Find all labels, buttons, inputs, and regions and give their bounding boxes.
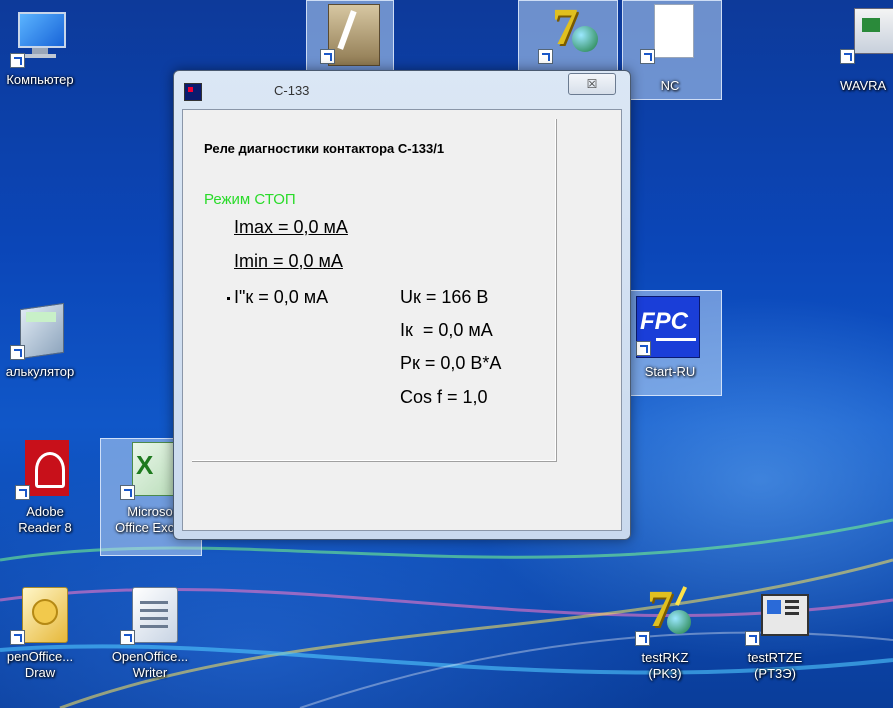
desktop-icon-label: testRTZE (PT3Э) xyxy=(747,650,803,681)
computer-icon xyxy=(10,8,70,68)
desktop-icon-openoffice-draw[interactable]: penOffice... Draw xyxy=(0,585,90,695)
bullet-marker xyxy=(227,297,230,300)
desktop-icon-testrtze[interactable]: testRTZE (PT3Э) xyxy=(725,586,825,696)
window-client-area: Реле диагностики контактора С-133/1 Режи… xyxy=(182,109,622,531)
imin-value: Imin = 0,0 мА xyxy=(234,251,343,271)
desktop-icon-start-ru[interactable]: FPC Start-RU xyxy=(620,296,720,390)
calculator-icon xyxy=(10,300,70,360)
cos-f-value: Cos f = 1,0 xyxy=(400,387,488,407)
desktop-icon-adobe-reader[interactable]: Adobe Reader 8 xyxy=(0,440,95,550)
desktop-icon-label: Start-RU xyxy=(644,364,696,379)
desktop-icon-label: testRKZ (PK3) xyxy=(641,650,689,681)
app-window: C-133 ☒ Реле диагностики контактора С-13… xyxy=(173,70,631,540)
desktop-icon-label: Компьютер xyxy=(6,72,74,87)
desktop-icon-label: WAVRA xyxy=(840,78,887,93)
fpc-logo-text: FPC xyxy=(640,308,688,335)
desktop-icon-computer[interactable]: Компьютер xyxy=(0,8,90,98)
openoffice-draw-icon xyxy=(10,585,70,645)
desktop-icon-crane[interactable] xyxy=(300,4,400,70)
uk-value: Uк = 166 В xyxy=(400,287,489,307)
desktop-icon-seven-globe[interactable]: 7 xyxy=(518,0,618,70)
desktop: Компьютер алькулятор Adobe Reader 8 X Mi… xyxy=(0,0,893,708)
close-icon: ☒ xyxy=(586,77,598,91)
relay-title: Реле диагностики контактора С-133/1 xyxy=(204,141,445,156)
window-title: C-133 xyxy=(274,83,310,98)
desktop-icon-openoffice-writer[interactable]: OpenOffice... Writer xyxy=(100,585,200,695)
document-icon xyxy=(640,4,700,64)
seven-globe-icon: 7 xyxy=(635,581,695,646)
pk-value: Pк = 0,0 В*А xyxy=(400,353,502,373)
i-prime-value: I"к = 0,0 мА xyxy=(234,287,329,307)
desktop-icon-calculator[interactable]: алькулятор xyxy=(0,300,90,390)
readings-panel: Реле диагностики контактора С-133/1 Режи… xyxy=(192,119,557,462)
crane-icon xyxy=(320,4,380,66)
desktop-icon-label: penOffice... Draw xyxy=(6,649,74,680)
mode-status: Режим СТОП xyxy=(204,191,296,208)
desktop-icon-label: Adobe Reader 8 xyxy=(18,504,72,535)
desktop-icon-label: алькулятор xyxy=(5,364,75,379)
desktop-icon-wavra[interactable]: WAVRA xyxy=(820,4,893,98)
desktop-icon-label: OpenOffice... Writer xyxy=(111,649,189,680)
wavra-icon xyxy=(840,4,893,64)
desktop-icon-nc[interactable]: NC xyxy=(620,4,720,98)
testrtze-icon xyxy=(745,586,809,646)
desktop-icon-testrkz[interactable]: 7 testRKZ (PK3) xyxy=(615,581,715,696)
close-button[interactable]: ☒ xyxy=(568,73,616,95)
adobe-reader-icon xyxy=(15,440,75,500)
app-icon xyxy=(184,83,202,101)
openoffice-writer-icon xyxy=(120,585,180,645)
fpc-logo-icon: FPC xyxy=(636,296,700,358)
excel-icon: X xyxy=(120,440,180,500)
seven-globe-icon: 7 xyxy=(538,0,598,64)
desktop-icon-label: NC xyxy=(660,78,680,93)
ik-value: Iк = 0,0 мА xyxy=(400,320,493,340)
imax-value: Imax = 0,0 мА xyxy=(234,217,348,237)
title-bar[interactable]: C-133 ☒ xyxy=(174,71,630,109)
